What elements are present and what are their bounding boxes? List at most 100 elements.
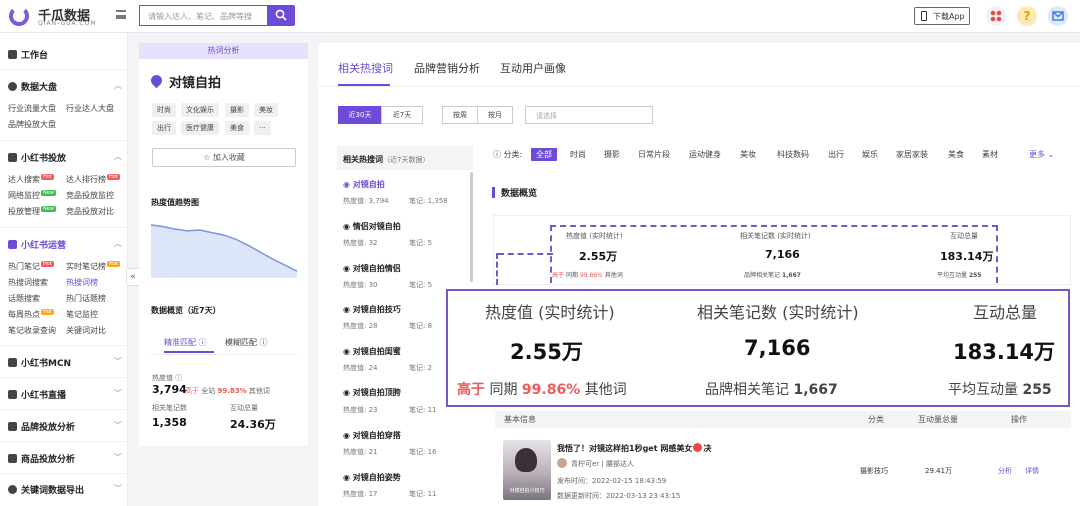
category-all[interactable]: 全部 [531,148,557,161]
sidebar-item-hot-notes[interactable]: 热门笔记 Hot [8,261,54,272]
hotword-item-title[interactable]: ◉ 对镜自拍技巧 [343,304,401,315]
hotword-item-title[interactable]: ◉ 对镜自拍姿势 [343,472,401,483]
category-item[interactable]: 素材 [982,149,998,160]
note-thumbnail[interactable]: 对镜自拍小技巧 [503,440,551,500]
tab-fuzzy-match[interactable]: 模糊匹配 ⓘ [225,337,268,348]
category-item[interactable]: 家居家装 [896,149,928,160]
grid-icon [8,50,17,59]
sidebar-item-network-monitor[interactable]: 网络监控 New [8,190,56,201]
chevron-down-icon[interactable]: ﹀ [114,452,122,463]
hotword-item-title[interactable]: ◉ 对镜自拍穿搭 [343,430,401,441]
category-item[interactable]: 美食 [948,149,964,160]
category-item[interactable]: 娱乐 [862,149,878,160]
sidebar-item-keyword-compare[interactable]: 关键词对比 [66,325,106,336]
tag-more[interactable]: ··· [254,121,271,135]
message-icon[interactable] [1048,6,1068,26]
notes-label-small: 相关笔记数 (实时统计) [740,232,811,240]
heat-label: 热度值 ⓘ [152,374,183,382]
sidebar-item-kol-rank[interactable]: 达人排行榜 Hot [66,174,120,185]
sidebar-item-note-inclusion[interactable]: 笔记收录查询 [8,325,56,336]
category-item[interactable]: 科技数码 [777,149,809,160]
tag[interactable]: 摄影 [225,103,249,117]
by-week-button[interactable]: 按周 [442,106,478,124]
download-app-button[interactable]: 下载App [914,7,970,25]
sidebar-item-industry-traffic[interactable]: 行业流量大盘 [8,103,56,114]
note-interactions: 29.41万 [925,467,953,475]
chevron-down-icon[interactable]: ﹀ [114,356,122,367]
sidebar-item-topic-search[interactable]: 话题搜索 [8,293,40,304]
tag[interactable]: 医疗健康 [181,121,219,135]
last-30-days-button[interactable]: 近30天 [338,106,382,124]
note-author[interactable]: 青柠可er | 腰部达人 [571,459,634,469]
chevron-up-icon[interactable]: ︿ [114,80,122,91]
search-input[interactable]: 请输入达人、笔记、品牌等搜 [139,5,267,26]
sidebar-item-hotword-rank[interactable]: 热搜词榜 [66,277,98,288]
category-item[interactable]: 美妆 [740,149,756,160]
overview-title-7d: 数据概览（近7天） [151,306,221,315]
sidebar-group-goods[interactable]: 商品投放分析 [8,452,75,465]
sidebar-item-competitor-monitor[interactable]: 竞品投放监控 [66,190,114,201]
sidebar-group-xhs-delivery[interactable]: 小红书投放 [8,151,66,164]
sidebar-item-delivery-manage[interactable]: 投放管理 New [8,206,56,217]
by-month-button[interactable]: 按月 [477,106,513,124]
apps-icon[interactable] [986,6,1006,26]
category-item[interactable]: 运动健身 [689,149,721,160]
hotword-item-title[interactable]: ◉ 对镜自拍闺蜜 [343,346,401,357]
heat-value-small: 2.55万 [579,250,618,263]
last-7-days-button[interactable]: 近7天 [381,106,423,124]
hotword-item-title[interactable]: ◉ 对镜自拍 [343,179,385,190]
note-published: 发布时间：2022-02-15 18:43:59 [557,477,667,485]
detail-link[interactable]: 详情 [1025,466,1039,476]
sidebar-item-competitor-compare[interactable]: 竞品投放对比 [66,206,114,217]
tab-exact-match[interactable]: 精准匹配 ⓘ [164,337,207,348]
notes-label-zoom: 相关笔记数 (实时统计) [697,303,859,322]
chevron-up-icon[interactable]: ︿ [114,151,122,162]
tab-user-profile[interactable]: 互动用户画像 [500,60,566,76]
tab-related-hotwords[interactable]: 相关热搜词 [338,60,393,76]
avatar[interactable] [557,458,567,468]
chevron-down-icon[interactable]: ﹀ [114,483,122,494]
sidebar-item-note-monitor[interactable]: 笔记监控 [66,309,98,320]
note-title[interactable]: 我悟了！对镜这样拍1秒get 网感美女决 [557,443,711,454]
help-icon[interactable]: ? [1017,6,1037,26]
period-select[interactable]: 请选择 [525,106,653,124]
tag[interactable]: 文化娱乐 [181,103,219,117]
chevron-down-icon[interactable]: ﹀ [114,388,122,399]
tag[interactable]: 出行 [152,121,176,135]
sidebar-item-hotword-search[interactable]: 热搜词搜索 [8,277,48,288]
sidebar-group-dashboard[interactable]: 数据大盘 [8,80,57,93]
sidebar-group-mcn[interactable]: 小红书MCN [8,356,71,369]
tag[interactable]: 时尚 [152,103,176,117]
tab-brand-marketing[interactable]: 品牌营销分析 [414,60,480,76]
category-item[interactable]: 时尚 [570,149,586,160]
sidebar-item-brand-delivery[interactable]: 品牌投放大盘 [8,119,56,130]
analyze-link[interactable]: 分析 [998,466,1012,476]
tag[interactable]: 美妆 [254,103,278,117]
sidebar-group-live[interactable]: 小红书直播 [8,388,66,401]
search-button[interactable] [267,5,295,26]
chevron-down-icon[interactable]: ﹀ [114,420,122,431]
sidebar-group-brand[interactable]: 品牌投放分析 [8,420,75,433]
hotword-item-title[interactable]: ◉ 情侣对镜自拍 [343,221,401,232]
sidebar-group-keyword-export[interactable]: 关键词数据导出 [8,483,84,496]
scrollbar[interactable] [470,172,473,282]
collapse-sidebar-button[interactable]: « [126,268,140,286]
hotword-item-title[interactable]: ◉ 对镜自拍情侣 [343,263,401,274]
sidebar-item-hot-topic-rank[interactable]: 热门话题榜 [66,293,106,304]
sidebar-item-workbench[interactable]: 工作台 [8,48,48,61]
more-categories-button[interactable]: 更多 ⌄ [1029,149,1054,160]
chevron-up-icon[interactable]: ︿ [114,238,122,249]
sidebar-item-weekly-hot[interactable]: 每周热点 Hot [8,309,54,320]
category-item[interactable]: 摄影 [604,149,620,160]
category-item[interactable]: 日常片段 [638,149,670,160]
menu-icon[interactable] [116,10,126,19]
tag[interactable]: 美食 [225,121,249,135]
sidebar-item-realtime-notes[interactable]: 实时笔记榜 Hot [66,261,120,272]
sidebar-item-kol-search[interactable]: 达人搜索 Hot [8,174,54,185]
sidebar-group-xhs-ops[interactable]: 小红书运营 [8,238,66,251]
category-item[interactable]: 出行 [828,149,844,160]
hotword-item-title[interactable]: ◉ 对镜自拍顶胯 [343,387,401,398]
sidebar-item-industry-kol[interactable]: 行业达人大盘 [66,103,114,114]
heat-compare-zoom: 高于 同期 99.86% 其他词 [457,382,627,398]
add-favorite-button[interactable]: ☆ 加入收藏 [152,148,296,167]
